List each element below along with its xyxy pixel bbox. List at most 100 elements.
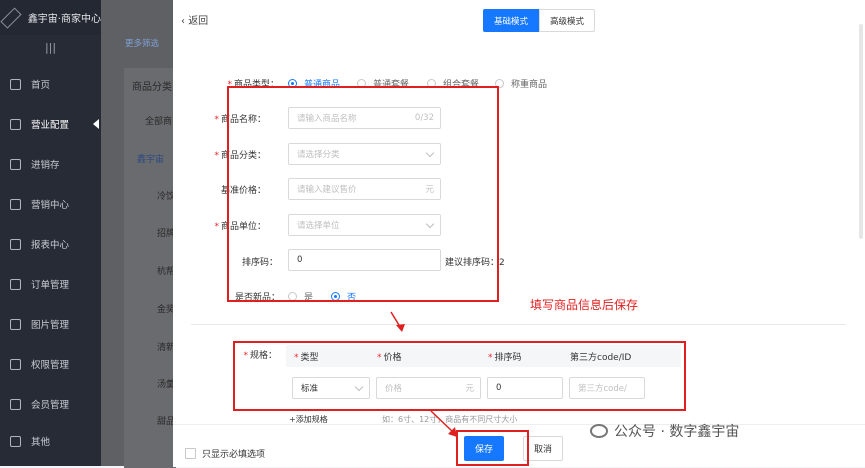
radio-group-combo[interactable]: 组合套餐 <box>427 77 479 90</box>
radio-icon <box>427 79 436 88</box>
spec-label: * 规格： <box>243 351 277 361</box>
active-caret-icon <box>93 119 99 129</box>
chart-icon <box>10 238 21 250</box>
category-tree-item: 鑫宇宙 <box>137 155 165 165</box>
sidebar-item-reports[interactable]: 报表中心 <box>0 224 101 264</box>
sidebar-item-home[interactable]: 首页 <box>0 64 101 104</box>
app-header: 鑫宇宙·商家中心 <box>0 0 101 35</box>
sidebar-item-label: 其他 <box>31 437 51 448</box>
arrow-down-icon <box>390 311 405 332</box>
marketing-icon <box>10 198 21 210</box>
sidebar-item-label: 进销存 <box>31 160 60 171</box>
sidebar: 鑫宇宙·商家中心 ||| 首页 营业配置 进销存 营销中心 报表中心 订单管理 … <box>0 0 101 466</box>
sort-value: 0 <box>297 255 303 265</box>
placeholder: 请输入商品名称 <box>297 114 357 124</box>
save-button[interactable]: 保存 <box>464 436 504 461</box>
unit-select[interactable]: 请选择单位 <box>288 214 441 236</box>
placeholder: 价格 <box>385 384 403 394</box>
back-button[interactable]: ‹ 返回 <box>181 12 208 27</box>
sidebar-item-label: 报表中心 <box>31 240 70 251</box>
radio-normal-product[interactable]: 普通商品 <box>288 77 340 90</box>
tab-basic-mode[interactable]: 基础模式 <box>483 9 540 32</box>
spec-code-input[interactable]: 第三方code/ <box>569 377 645 399</box>
more-filter-link: 更多筛选 <box>125 39 160 49</box>
chevron-down-icon <box>425 219 435 229</box>
product-drawer: ‹ 返回 基础模式 高级模式 * 商品类型： 普通商品 普通套餐 组合套餐 称重商… <box>173 0 865 467</box>
order-icon <box>10 278 21 290</box>
spec-type-select[interactable]: 标准 <box>292 377 370 399</box>
product-type-label: * 商品类型： <box>227 80 279 90</box>
arrow-down-right-icon <box>430 410 457 437</box>
radio-icon <box>288 79 297 88</box>
member-icon <box>10 398 21 410</box>
spec-price-input[interactable]: 价格 元 <box>376 377 481 399</box>
sidebar-item-members[interactable]: 会员管理 <box>0 384 101 424</box>
sidebar-item-permissions[interactable]: 权限管理 <box>0 344 101 384</box>
placeholder: 第三方code/ <box>578 384 627 394</box>
required-only-checkbox[interactable]: 只显示必填选项 <box>185 447 265 460</box>
spec-sort-value: 0 <box>496 383 502 393</box>
sort-code-label: 排序码： <box>241 258 278 268</box>
placeholder: 请选择单位 <box>297 221 340 231</box>
category-panel-title: 商品分类 <box>132 82 172 93</box>
sidebar-item-label: 首页 <box>31 80 51 91</box>
product-name-input[interactable]: 请输入商品名称 0/32 <box>288 107 441 129</box>
radio-normal-combo[interactable]: 普通套餐 <box>357 77 409 90</box>
chevron-down-icon <box>354 382 364 392</box>
spec-type-value: 标准 <box>301 384 319 394</box>
cancel-button[interactable]: 取消 <box>523 436 563 461</box>
char-counter: 0/32 <box>414 113 434 123</box>
radio-icon <box>331 292 340 301</box>
suggested-sort-hint: 建议排序码：2 <box>445 258 505 268</box>
drawer-footer: 只显示必填选项 <box>173 424 865 467</box>
base-price-input[interactable]: 请输入建议售价 元 <box>288 178 441 200</box>
shield-icon <box>10 358 21 370</box>
spec-col-type: * 类型 <box>294 353 319 363</box>
product-unit-label: * 商品单位： <box>214 222 266 232</box>
spec-col-price: * 价格 <box>377 353 402 363</box>
scrollbar[interactable] <box>859 24 863 239</box>
sidebar-item-label: 营销中心 <box>31 200 70 211</box>
menu-collapse-icon[interactable]: ||| <box>0 41 101 63</box>
product-category-label: * 商品分类： <box>214 151 266 161</box>
base-price-label: 基准价格： <box>220 186 266 196</box>
section-divider <box>191 324 846 325</box>
is-new-label: 是否新品： <box>234 293 280 303</box>
sidebar-item-orders[interactable]: 订单管理 <box>0 264 101 304</box>
sidebar-item-label: 会员管理 <box>31 400 70 411</box>
category-select[interactable]: 请选择分类 <box>288 143 441 165</box>
sidebar-item-label: 订单管理 <box>31 280 70 291</box>
price-unit: 元 <box>425 185 434 195</box>
sidebar-item-business-config[interactable]: 营业配置 <box>0 104 101 144</box>
sidebar-item-label: 权限管理 <box>31 360 70 371</box>
radio-new-no[interactable]: 否 <box>331 290 356 303</box>
spec-col-sort: * 排序码 <box>488 353 522 363</box>
radio-weighed-product[interactable]: 称重商品 <box>495 77 547 90</box>
wechat-watermark: 公众号 · 数字鑫宇宙 <box>590 421 739 441</box>
sidebar-item-inventory[interactable]: 进销存 <box>0 144 101 184</box>
logo-icon <box>0 6 22 29</box>
wechat-icon <box>590 424 608 438</box>
sidebar-item-marketing[interactable]: 营销中心 <box>0 184 101 224</box>
sort-code-input[interactable]: 0 <box>288 249 441 271</box>
radio-icon <box>495 79 504 88</box>
chevron-down-icon <box>425 148 435 158</box>
annotation-text: 填写商品信息后保存 <box>530 298 639 312</box>
radio-new-yes[interactable]: 是 <box>288 290 313 303</box>
checkbox-icon <box>185 448 196 459</box>
tab-advanced-mode[interactable]: 高级模式 <box>539 9 596 32</box>
placeholder: 请输入建议售价 <box>297 185 357 195</box>
placeholder: 请选择分类 <box>297 150 340 160</box>
cart-icon <box>10 158 21 170</box>
mode-switch: 基础模式 高级模式 <box>483 9 596 32</box>
sidebar-item-images[interactable]: 图片管理 <box>0 304 101 344</box>
sidebar-item-other[interactable]: 其他 <box>0 421 101 461</box>
category-tree-item: 全部商 <box>145 117 173 127</box>
radio-icon <box>357 79 366 88</box>
spec-sort-input[interactable]: 0 <box>487 377 563 399</box>
sidebar-item-label: 图片管理 <box>31 320 70 331</box>
more-icon <box>10 435 21 447</box>
product-name-label: * 商品名称： <box>214 115 266 125</box>
app-title: 鑫宇宙·商家中心 <box>27 14 101 25</box>
back-label: 返回 <box>188 16 209 27</box>
